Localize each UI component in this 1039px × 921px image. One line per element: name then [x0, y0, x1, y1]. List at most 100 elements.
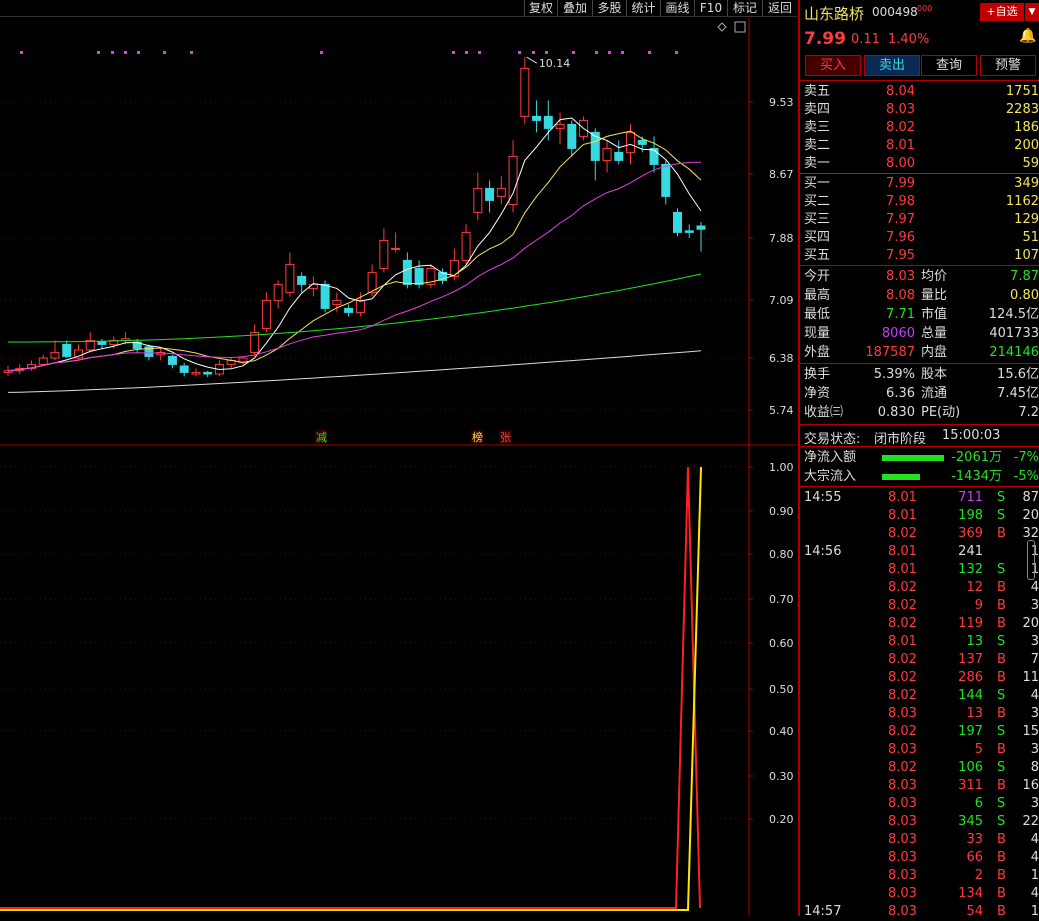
tick-row: 8.02 197 S 15 — [800, 723, 1039, 741]
tick-volume: 119 — [958, 616, 983, 631]
signal-dot — [648, 51, 651, 54]
ask-row[interactable]: 卖三 8.02 186 — [800, 119, 1039, 137]
high-pointer — [526, 56, 538, 64]
diamond-icon — [717, 22, 727, 32]
tick-volume: 9 — [974, 598, 983, 613]
stat-value: 8.08 — [886, 288, 915, 303]
tick-row: 8.03 33 B 4 — [800, 831, 1039, 849]
tick-volume: 345 — [958, 814, 983, 829]
add-favorite-button[interactable]: +自选 — [980, 3, 1024, 21]
scroll-handle[interactable] — [1027, 540, 1035, 580]
ask-row[interactable]: 卖四 8.03 2283 — [800, 101, 1039, 119]
indicator-tick-label: 0.80 — [769, 548, 794, 561]
flow-pct: -5% — [1013, 469, 1039, 484]
tick-price: 8.01 — [888, 562, 917, 577]
candle — [485, 180, 495, 213]
stat-label: 今开 — [804, 269, 831, 284]
bid-row[interactable]: 买四 7.96 51 — [800, 229, 1039, 247]
tick-row: 8.02 106 S 8 — [800, 759, 1039, 777]
tick-row: 8.02 286 B 11 — [800, 669, 1039, 687]
signal-dot — [518, 51, 521, 54]
indicator-tick: 0.60 — [0, 637, 794, 650]
toolbar-item-1[interactable]: 叠加 — [557, 0, 592, 16]
stat-label: 现量 — [804, 326, 831, 341]
ask-row[interactable]: 卖五 8.04 1751 — [800, 83, 1039, 101]
stat-label: 最高 — [804, 288, 831, 303]
tick-price: 8.03 — [888, 778, 917, 793]
tick-row: 14:57 8.03 54 B 1 — [800, 903, 1039, 921]
bid-label: 买一 — [804, 176, 831, 191]
tick-row: 8.01 198 S 20 — [800, 507, 1039, 525]
price-tick-label: 8.67 — [769, 168, 794, 181]
candle-body — [391, 247, 401, 250]
sell-button[interactable]: 卖出 — [864, 55, 920, 76]
toolbar-item-6[interactable]: 标记 — [727, 0, 762, 16]
signal-dot — [452, 51, 455, 54]
tick-price: 8.03 — [888, 850, 917, 865]
indicator-tick: 1.00 — [0, 461, 794, 474]
flow-pct: -7% — [1013, 450, 1039, 465]
tick-direction: S — [997, 814, 1006, 829]
toolbar-item-7[interactable]: 返回 — [762, 0, 797, 16]
signal-dot — [190, 51, 193, 54]
ask-row[interactable]: 卖一 8.00 59 — [800, 155, 1039, 173]
tick-count: 4 — [1030, 850, 1039, 865]
candle-body — [449, 259, 459, 277]
ask-volume: 186 — [1014, 120, 1039, 135]
tick-volume: 13 — [966, 706, 983, 721]
tick-direction: B — [997, 832, 1006, 847]
bid-price: 7.96 — [886, 230, 915, 245]
bid-row[interactable]: 买一 7.99 349 — [800, 175, 1039, 193]
bid-label: 买五 — [804, 248, 831, 263]
candle — [520, 57, 530, 125]
tick-volume: 197 — [958, 724, 983, 739]
ask-price: 8.04 — [886, 84, 915, 99]
tick-row: 8.02 144 S 4 — [800, 687, 1039, 705]
query-button[interactable]: 查询 — [921, 55, 977, 76]
candle — [273, 280, 283, 309]
candle — [391, 232, 401, 253]
alert-button[interactable]: 预警 — [980, 55, 1036, 76]
stat-label: PE(动) — [921, 405, 961, 420]
tick-price: 8.02 — [888, 760, 917, 775]
tick-direction: S — [997, 688, 1006, 703]
signal-dot — [675, 51, 678, 54]
toolbar-item-3[interactable]: 统计 — [626, 0, 660, 16]
indicator-tick: 0.20 — [0, 813, 794, 826]
price-tick: 5.74 — [0, 404, 794, 417]
candle — [473, 172, 483, 221]
bid-row[interactable]: 买三 7.97 129 — [800, 211, 1039, 229]
stat-label: 总量 — [921, 326, 948, 341]
event-marker: 张 — [500, 431, 511, 444]
ask-row[interactable]: 卖二 8.01 200 — [800, 137, 1039, 155]
bell-icon[interactable]: 🔔 — [1019, 28, 1036, 44]
chevron-down-icon[interactable]: ▼ — [1025, 3, 1039, 21]
tick-volume: 132 — [958, 562, 983, 577]
toolbar-item-2[interactable]: 多股 — [592, 0, 626, 16]
stock-name: 山东路桥 — [804, 5, 865, 23]
price-tick-label: 6.38 — [769, 352, 794, 365]
toolbar-item-0[interactable]: 复权 — [524, 0, 557, 16]
buy-button[interactable]: 买入 — [805, 55, 861, 76]
ma20-line — [7, 161, 702, 372]
stat-value: 5.39% — [873, 367, 915, 382]
stat-value: 7.71 — [886, 307, 915, 322]
tick-volume: 286 — [958, 670, 983, 685]
bid-row[interactable]: 买五 7.95 107 — [800, 247, 1039, 265]
tick-direction: B — [997, 526, 1006, 541]
stat-value: 0.80 — [1010, 288, 1039, 303]
tick-direction: B — [997, 598, 1006, 613]
bid-row[interactable]: 买二 7.98 1162 — [800, 193, 1039, 211]
tick-direction: S — [997, 634, 1006, 649]
signal-dot — [137, 51, 140, 54]
tick-time: 14:55 — [804, 490, 842, 505]
stat-label: 流通 — [921, 386, 948, 401]
tick-volume: 106 — [958, 760, 983, 775]
kline-chart[interactable]: 9.53 8.67 7.88 7.09 6.38 5.74 10.14 减 榜 张 1.00 0.90… — [0, 18, 797, 916]
toolbar-item-5[interactable]: F10 — [694, 0, 727, 16]
tick-volume: 5 — [974, 742, 983, 757]
tick-direction: B — [997, 580, 1006, 595]
toolbar-item-4[interactable]: 画线 — [660, 0, 694, 16]
tick-count: 87 — [1022, 490, 1039, 505]
stat-row: 最低 7.71 市值 124.5亿 — [800, 306, 1039, 324]
